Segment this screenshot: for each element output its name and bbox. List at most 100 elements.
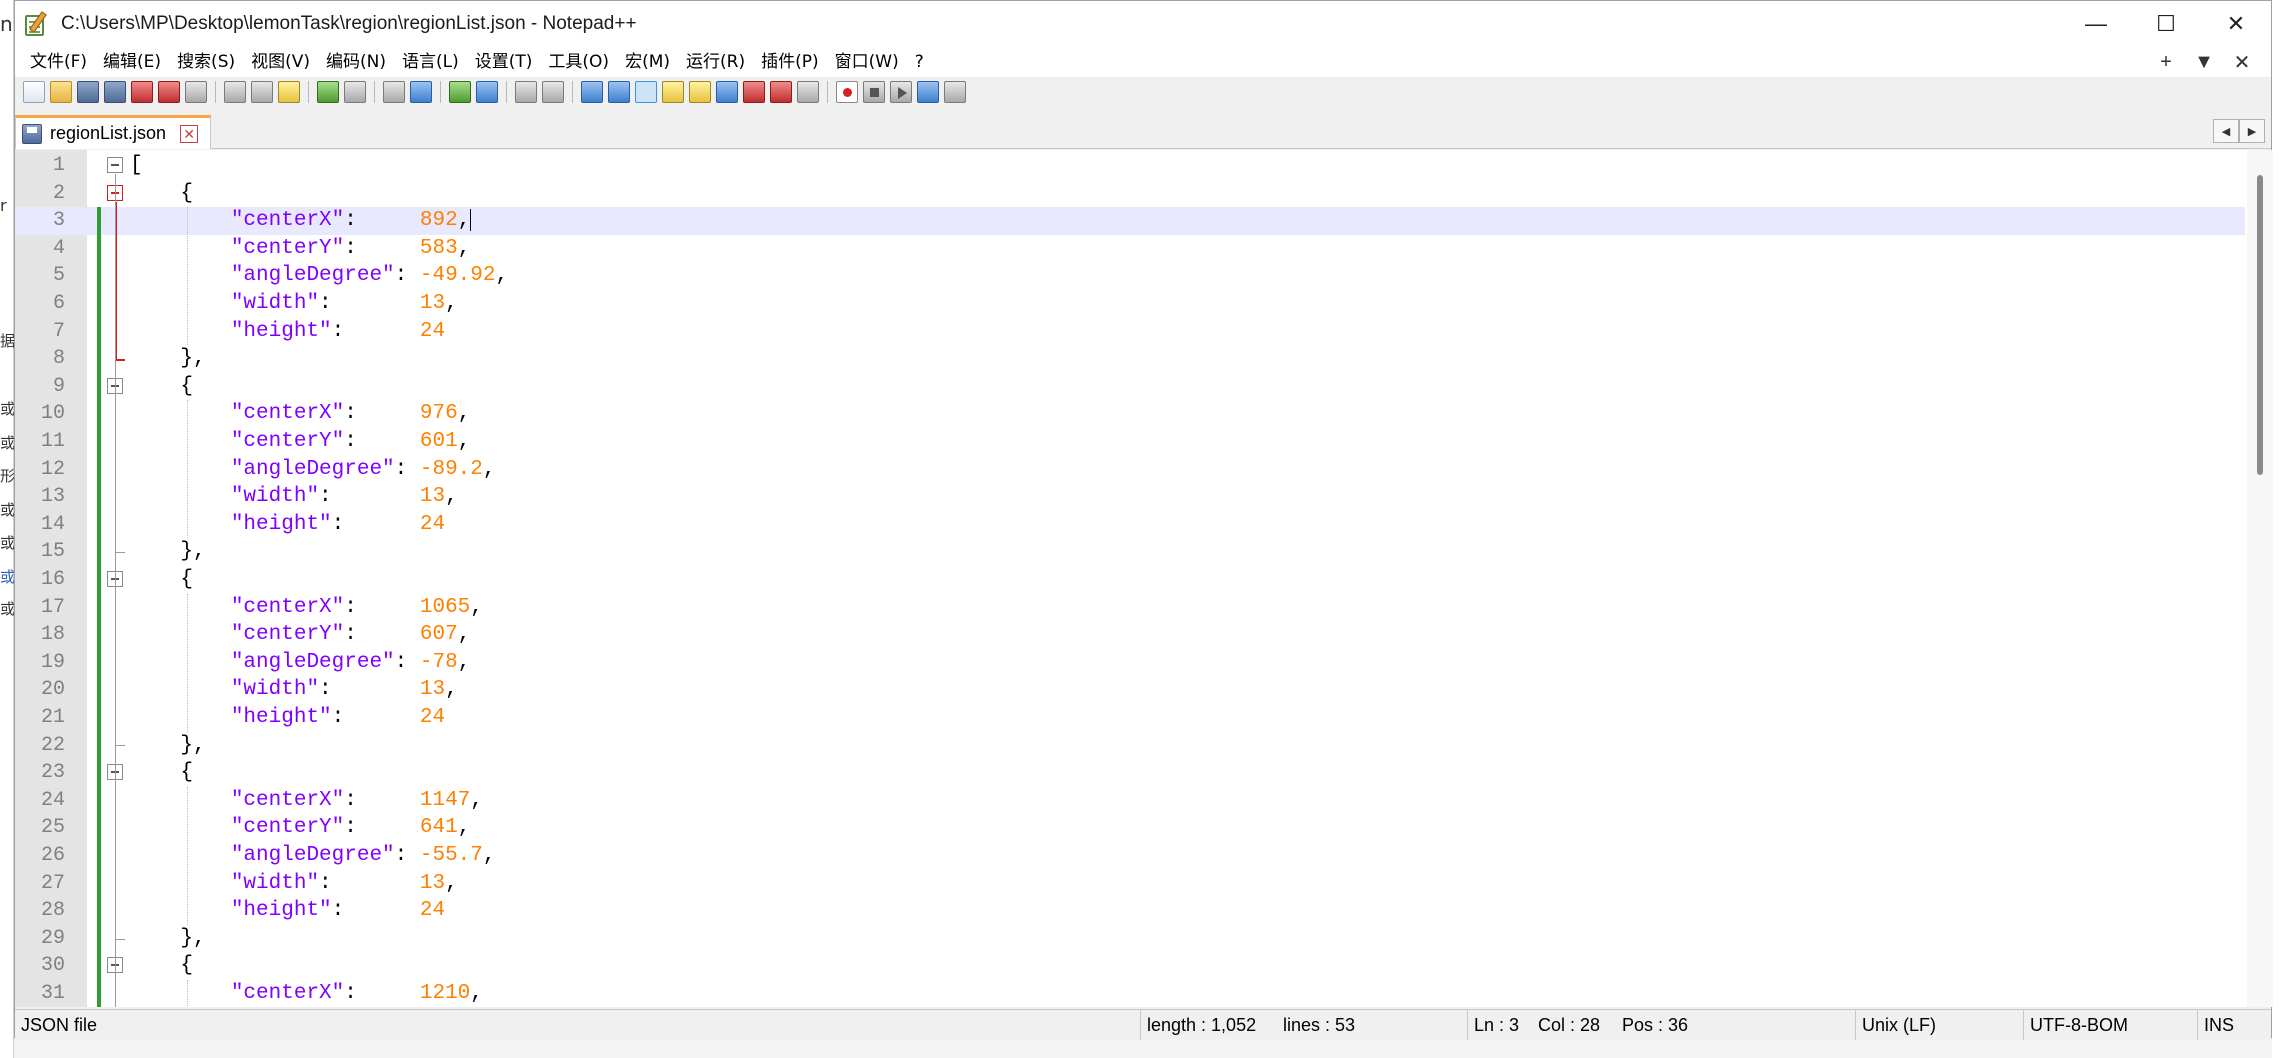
monitoring-eye-icon[interactable] — [797, 81, 819, 103]
playback-macro-icon[interactable] — [890, 81, 912, 103]
redo-icon[interactable] — [344, 81, 366, 103]
close-all-icon[interactable] — [158, 81, 180, 103]
menu-search[interactable]: 搜索(S) — [169, 47, 243, 77]
punctuation-token: : — [394, 457, 420, 481]
editor-line[interactable]: 18 "centerY": 607, — [15, 621, 2245, 649]
editor-line[interactable]: 5 "angleDegree": -49.92, — [15, 262, 2245, 290]
vertical-scrollbar[interactable] — [2247, 150, 2273, 1007]
menu-plugins[interactable]: 插件(P) — [753, 47, 827, 77]
punctuation-token: { — [130, 568, 194, 591]
copy-icon[interactable] — [251, 81, 273, 103]
document-map-icon[interactable] — [689, 81, 711, 103]
menu-settings[interactable]: 设置(T) — [467, 47, 541, 77]
editor-line[interactable]: 4 "centerY": 583, — [15, 235, 2245, 263]
editor-line[interactable]: 1[ — [15, 152, 2245, 180]
menu-language[interactable]: 语言(L) — [394, 47, 467, 77]
editor-line[interactable]: 12 "angleDegree": -89.2, — [15, 456, 2245, 484]
editor-line[interactable]: 17 "centerX": 1065, — [15, 594, 2245, 622]
new-file-icon[interactable] — [23, 81, 45, 103]
editor-line[interactable]: 8 }, — [15, 345, 2245, 373]
editor-line[interactable]: 15 }, — [15, 538, 2245, 566]
punctuation-token: : — [344, 982, 420, 1005]
editor-line[interactable]: 22 }, — [15, 732, 2245, 760]
menu-help[interactable]: ? — [907, 47, 932, 77]
code-text: }, — [130, 345, 205, 373]
line-number: 2 — [52, 181, 65, 205]
menu-right-controls: + ▼ ✕ — [2147, 47, 2261, 77]
fold-toggle-icon[interactable] — [107, 157, 123, 173]
menu-encoding[interactable]: 编码(N) — [318, 47, 394, 77]
editor-line[interactable]: 23 { — [15, 759, 2245, 787]
minimize-button[interactable]: — — [2061, 1, 2131, 47]
tab-scroll-right-icon[interactable]: ▶ — [2239, 119, 2265, 143]
user-language-icon[interactable] — [662, 81, 684, 103]
editor-line[interactable]: 9 { — [15, 373, 2245, 401]
editor-line[interactable]: 10 "centerX": 976, — [15, 400, 2245, 428]
close-button[interactable]: ✕ — [2201, 1, 2271, 47]
menu-edit[interactable]: 编辑(E) — [95, 47, 169, 77]
editor-line[interactable]: 7 "height": 24 — [15, 318, 2245, 346]
menu-window[interactable]: 窗口(W) — [827, 47, 907, 77]
modified-lines-bar — [97, 207, 101, 1007]
menu-file[interactable]: 文件(F) — [22, 47, 95, 77]
undo-icon[interactable] — [317, 81, 339, 103]
background-glyph: 或 — [0, 434, 16, 452]
editor-line[interactable]: 16 { — [15, 566, 2245, 594]
editor-line[interactable]: 27 "width": 13, — [15, 870, 2245, 898]
show-all-characters-icon[interactable] — [608, 81, 630, 103]
editor-line[interactable]: 14 "height": 24 — [15, 511, 2245, 539]
editor-line[interactable]: 2 { — [15, 180, 2245, 208]
scrollbar-thumb[interactable] — [2257, 175, 2263, 475]
run-macro-multiple-icon[interactable] — [917, 81, 939, 103]
stop-recording-icon[interactable] — [863, 81, 885, 103]
tab-scroll-left-icon[interactable]: ◀ — [2213, 119, 2239, 143]
editor-line[interactable]: 20 "width": 13, — [15, 676, 2245, 704]
tab-regionlist-json[interactable]: regionList.json ✕ — [15, 115, 211, 149]
print-icon[interactable] — [185, 81, 207, 103]
save-macro-icon[interactable] — [944, 81, 966, 103]
code-editor[interactable]: 1[2 {3 "centerX": 892, 4 "centerY": 583, 5… — [15, 150, 2273, 1007]
editor-line[interactable]: 28 "height": 24 — [15, 897, 2245, 925]
editor-line[interactable]: 6 "width": 13, — [15, 290, 2245, 318]
punctuation-token: , — [470, 595, 483, 619]
editor-line[interactable]: 25 "centerY": 641, — [15, 814, 2245, 842]
save-icon[interactable] — [77, 81, 99, 103]
sync-horizontal-icon[interactable] — [542, 81, 564, 103]
indent-guide-icon[interactable] — [635, 81, 657, 103]
editor-line[interactable]: 24 "centerX": 1147, — [15, 787, 2245, 815]
folder-as-workspace-icon[interactable] — [743, 81, 765, 103]
editor-line[interactable]: 31 "centerX": 1210, — [15, 980, 2245, 1007]
paste-icon[interactable] — [278, 81, 300, 103]
maximize-button[interactable]: ☐ — [2131, 1, 2201, 47]
editor-line[interactable]: 30 { — [15, 952, 2245, 980]
close-document-button[interactable]: ✕ — [2223, 50, 2261, 75]
zoom-out-icon[interactable] — [476, 81, 498, 103]
close-file-icon[interactable] — [131, 81, 153, 103]
editor-line[interactable]: 11 "centerY": 601, — [15, 428, 2245, 456]
save-all-icon[interactable] — [104, 81, 126, 103]
tab-close-icon[interactable]: ✕ — [180, 124, 199, 143]
editor-line[interactable]: 29 }, — [15, 925, 2245, 953]
editor-line[interactable]: 13 "width": 13, — [15, 483, 2245, 511]
find-icon[interactable] — [383, 81, 405, 103]
menu-view[interactable]: 视图(V) — [243, 47, 318, 77]
code-text: "centerX": 976, — [130, 400, 470, 428]
sync-vertical-icon[interactable] — [515, 81, 537, 103]
editor-line[interactable]: 19 "angleDegree": -78, — [15, 649, 2245, 677]
project-panel-icon[interactable] — [770, 81, 792, 103]
menu-run[interactable]: 运行(R) — [678, 47, 753, 77]
new-tab-button[interactable]: + — [2147, 51, 2185, 74]
editor-line[interactable]: 21 "height": 24 — [15, 704, 2245, 732]
zoom-in-icon[interactable] — [449, 81, 471, 103]
function-list-icon[interactable] — [716, 81, 738, 103]
word-wrap-icon[interactable] — [581, 81, 603, 103]
open-file-icon[interactable] — [50, 81, 72, 103]
replace-icon[interactable] — [410, 81, 432, 103]
editor-line[interactable]: 3 "centerX": 892, — [15, 207, 2245, 235]
menu-tools[interactable]: 工具(O) — [540, 47, 617, 77]
cut-icon[interactable] — [224, 81, 246, 103]
editor-line[interactable]: 26 "angleDegree": -55.7, — [15, 842, 2245, 870]
record-macro-icon[interactable] — [836, 81, 858, 103]
menu-macro[interactable]: 宏(M) — [617, 47, 678, 77]
tab-list-dropdown[interactable]: ▼ — [2185, 51, 2223, 74]
